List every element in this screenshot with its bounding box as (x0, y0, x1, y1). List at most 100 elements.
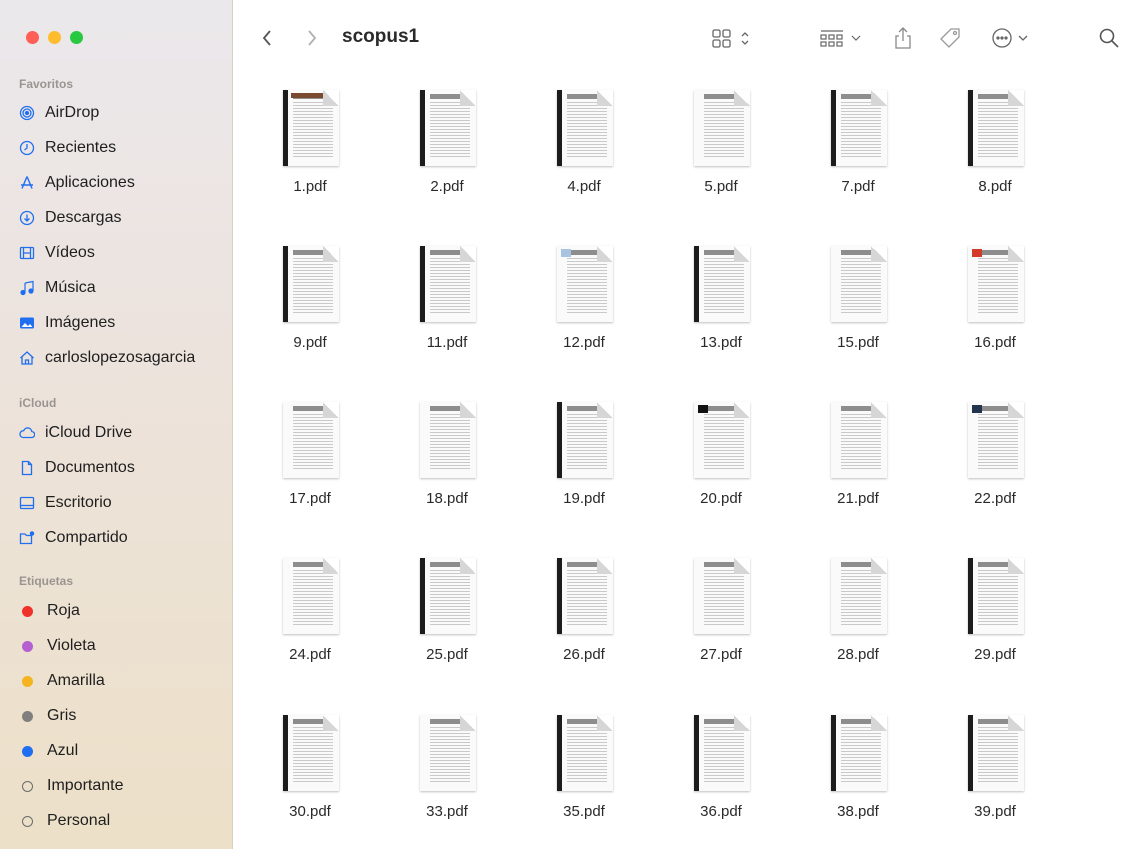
file-item[interactable]: 16.pdf (935, 240, 1055, 380)
close-window-button[interactable] (26, 31, 39, 44)
sidebar-item-recientes[interactable]: Recientes (19, 135, 116, 161)
view-options-button[interactable] (711, 24, 755, 52)
file-item[interactable]: 18.pdf (387, 396, 507, 536)
pdf-thumbnail-icon (557, 715, 613, 791)
pdf-thumbnail-icon (831, 246, 887, 322)
sidebar-item-home[interactable]: carloslopezosagarcia (19, 345, 195, 371)
empty-tag-dot-icon (22, 815, 33, 827)
file-item[interactable]: 30.pdf (250, 709, 370, 849)
pdf-thumbnail-icon (694, 558, 750, 634)
file-name: 33.pdf (426, 803, 468, 820)
file-item[interactable]: 12.pdf (524, 240, 644, 380)
file-name: 2.pdf (430, 178, 464, 195)
file-name: 30.pdf (289, 803, 331, 820)
sidebar-item-aplicaciones[interactable]: Aplicaciones (19, 170, 135, 196)
file-name: 39.pdf (974, 803, 1016, 820)
file-item[interactable]: 36.pdf (661, 709, 781, 849)
sidebar-item-descargas[interactable]: Descargas (19, 205, 121, 231)
file-item[interactable]: 27.pdf (661, 552, 781, 692)
file-name: 12.pdf (563, 334, 605, 351)
file-item[interactable]: 15.pdf (798, 240, 918, 380)
file-item[interactable]: 17.pdf (250, 396, 370, 536)
sidebar-item-label: Violeta (47, 637, 96, 654)
back-button[interactable] (258, 24, 276, 52)
file-name: 26.pdf (563, 646, 605, 663)
sidebar-item-label: carloslopezosagarcia (45, 349, 196, 366)
sidebar-item-label: Azul (47, 742, 79, 759)
forward-button[interactable] (303, 24, 321, 52)
file-item[interactable]: 28.pdf (798, 552, 918, 692)
file-item[interactable]: 25.pdf (387, 552, 507, 692)
tag-icon (940, 28, 960, 48)
tag-importante[interactable]: Importante (19, 773, 123, 799)
file-item[interactable]: 8.pdf (935, 84, 1055, 224)
pdf-thumbnail-icon (557, 558, 613, 634)
applications-icon (19, 175, 35, 191)
file-item[interactable]: 33.pdf (387, 709, 507, 849)
sidebar-item-label: Aplicaciones (45, 174, 135, 191)
minimize-window-button[interactable] (48, 31, 61, 44)
file-item[interactable]: 19.pdf (524, 396, 644, 536)
file-item[interactable]: 5.pdf (661, 84, 781, 224)
sidebar-item-documentos[interactable]: Documentos (19, 455, 135, 481)
pdf-thumbnail-icon (557, 90, 613, 166)
sidebar-item-imagenes[interactable]: Imágenes (19, 310, 115, 336)
sidebar-item-videos[interactable]: Vídeos (19, 240, 95, 266)
file-name: 16.pdf (974, 334, 1016, 351)
tag-roja[interactable]: Roja (19, 598, 80, 624)
file-item[interactable]: 1.pdf (250, 84, 370, 224)
pdf-thumbnail-icon (420, 715, 476, 791)
pdf-thumbnail-icon (283, 558, 339, 634)
music-icon (19, 280, 35, 296)
sidebar-item-escritorio[interactable]: Escritorio (19, 490, 112, 516)
file-item[interactable]: 11.pdf (387, 240, 507, 380)
file-item[interactable]: 13.pdf (661, 240, 781, 380)
file-item[interactable]: 26.pdf (524, 552, 644, 692)
file-item[interactable]: 21.pdf (798, 396, 918, 536)
zoom-window-button[interactable] (70, 31, 83, 44)
pdf-thumbnail-icon (831, 90, 887, 166)
pdf-thumbnail-icon (831, 558, 887, 634)
tag-personal[interactable]: Personal (19, 808, 110, 834)
sidebar-item-label: iCloud Drive (45, 424, 133, 441)
file-item[interactable]: 24.pdf (250, 552, 370, 692)
search-button[interactable] (1097, 24, 1121, 52)
file-item[interactable]: 9.pdf (250, 240, 370, 380)
share-button[interactable] (893, 24, 913, 52)
sidebar-item-icloud-drive[interactable]: iCloud Drive (19, 420, 132, 446)
sidebar-item-airdrop[interactable]: AirDrop (19, 100, 99, 126)
sidebar-item-compartido[interactable]: Compartido (19, 525, 128, 551)
tag-violeta[interactable]: Violeta (19, 633, 96, 659)
file-item[interactable]: 35.pdf (524, 709, 644, 849)
sidebar-item-musica[interactable]: Música (19, 275, 96, 301)
file-item[interactable]: 4.pdf (524, 84, 644, 224)
tag-azul[interactable]: Azul (19, 738, 78, 764)
file-name: 24.pdf (289, 646, 331, 663)
file-item[interactable]: 7.pdf (798, 84, 918, 224)
group-by-button[interactable] (819, 24, 869, 52)
pdf-thumbnail-icon (283, 715, 339, 791)
sidebar-item-label: Gris (47, 707, 77, 724)
shared-folder-icon (19, 530, 35, 546)
file-item[interactable]: 20.pdf (661, 396, 781, 536)
file-item[interactable]: 38.pdf (798, 709, 918, 849)
tag-button[interactable] (937, 24, 963, 52)
file-item[interactable]: 29.pdf (935, 552, 1055, 692)
sidebar-item-label: Descargas (45, 209, 122, 226)
document-icon (19, 460, 35, 476)
file-name: 21.pdf (837, 490, 879, 507)
pdf-thumbnail-icon (420, 402, 476, 478)
file-item[interactable]: 22.pdf (935, 396, 1055, 536)
tag-amarilla[interactable]: Amarilla (19, 668, 105, 694)
blue-tag-dot-icon (22, 745, 33, 757)
file-name: 35.pdf (563, 803, 605, 820)
file-name: 36.pdf (700, 803, 742, 820)
pdf-thumbnail-icon (557, 246, 613, 322)
pdf-thumbnail-icon (694, 90, 750, 166)
ellipsis-circle-icon (992, 28, 1028, 48)
sidebar-section-title: Favoritos (19, 77, 74, 91)
file-item[interactable]: 39.pdf (935, 709, 1055, 849)
file-item[interactable]: 2.pdf (387, 84, 507, 224)
tag-gris[interactable]: Gris (19, 703, 76, 729)
more-actions-button[interactable] (990, 24, 1036, 52)
